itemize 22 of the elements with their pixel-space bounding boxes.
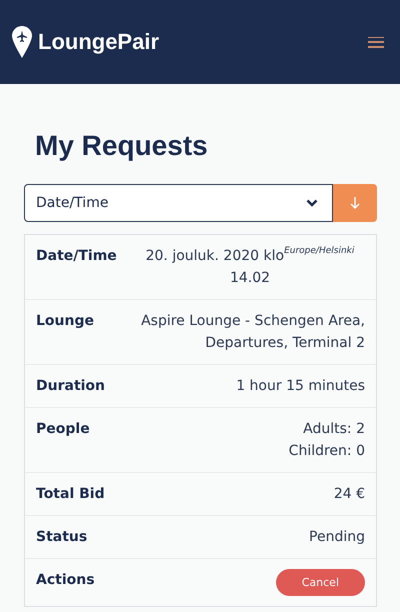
cancel-button[interactable]: Cancel bbox=[276, 569, 365, 596]
field-value: 1 hour 15 minutes bbox=[236, 377, 365, 396]
page-title: My Requests bbox=[35, 130, 209, 162]
arrow-down-icon bbox=[350, 197, 360, 209]
location-pin-icon bbox=[12, 26, 32, 58]
field-value: Children: 0 bbox=[288, 442, 365, 461]
field-value: 20. jouluk. 2020 klo$^{Europe/Helsinki}$ 14.02 bbox=[144, 245, 356, 288]
field-value: Adults: 2 bbox=[303, 420, 365, 439]
field-value: 24 € bbox=[334, 485, 365, 504]
field-label: Lounge bbox=[36, 312, 94, 331]
field-label: Total Bid bbox=[36, 485, 105, 504]
field-label: Date/Time bbox=[36, 247, 117, 266]
menu-icon[interactable] bbox=[368, 36, 384, 48]
brand-name[interactable]: LoungePair bbox=[38, 29, 160, 55]
field-label: Status bbox=[36, 528, 88, 547]
field-label: People bbox=[36, 420, 90, 439]
field-label: Actions bbox=[36, 571, 95, 590]
sort-dropdown[interactable]: Date/Time bbox=[24, 184, 333, 222]
field-value: Aspire Lounge - Schengen Area, Departures, Terminal 2 bbox=[140, 312, 365, 353]
field-label: Duration bbox=[36, 377, 106, 396]
field-value: Pending bbox=[309, 528, 365, 547]
chevron-down-icon bbox=[306, 199, 318, 207]
